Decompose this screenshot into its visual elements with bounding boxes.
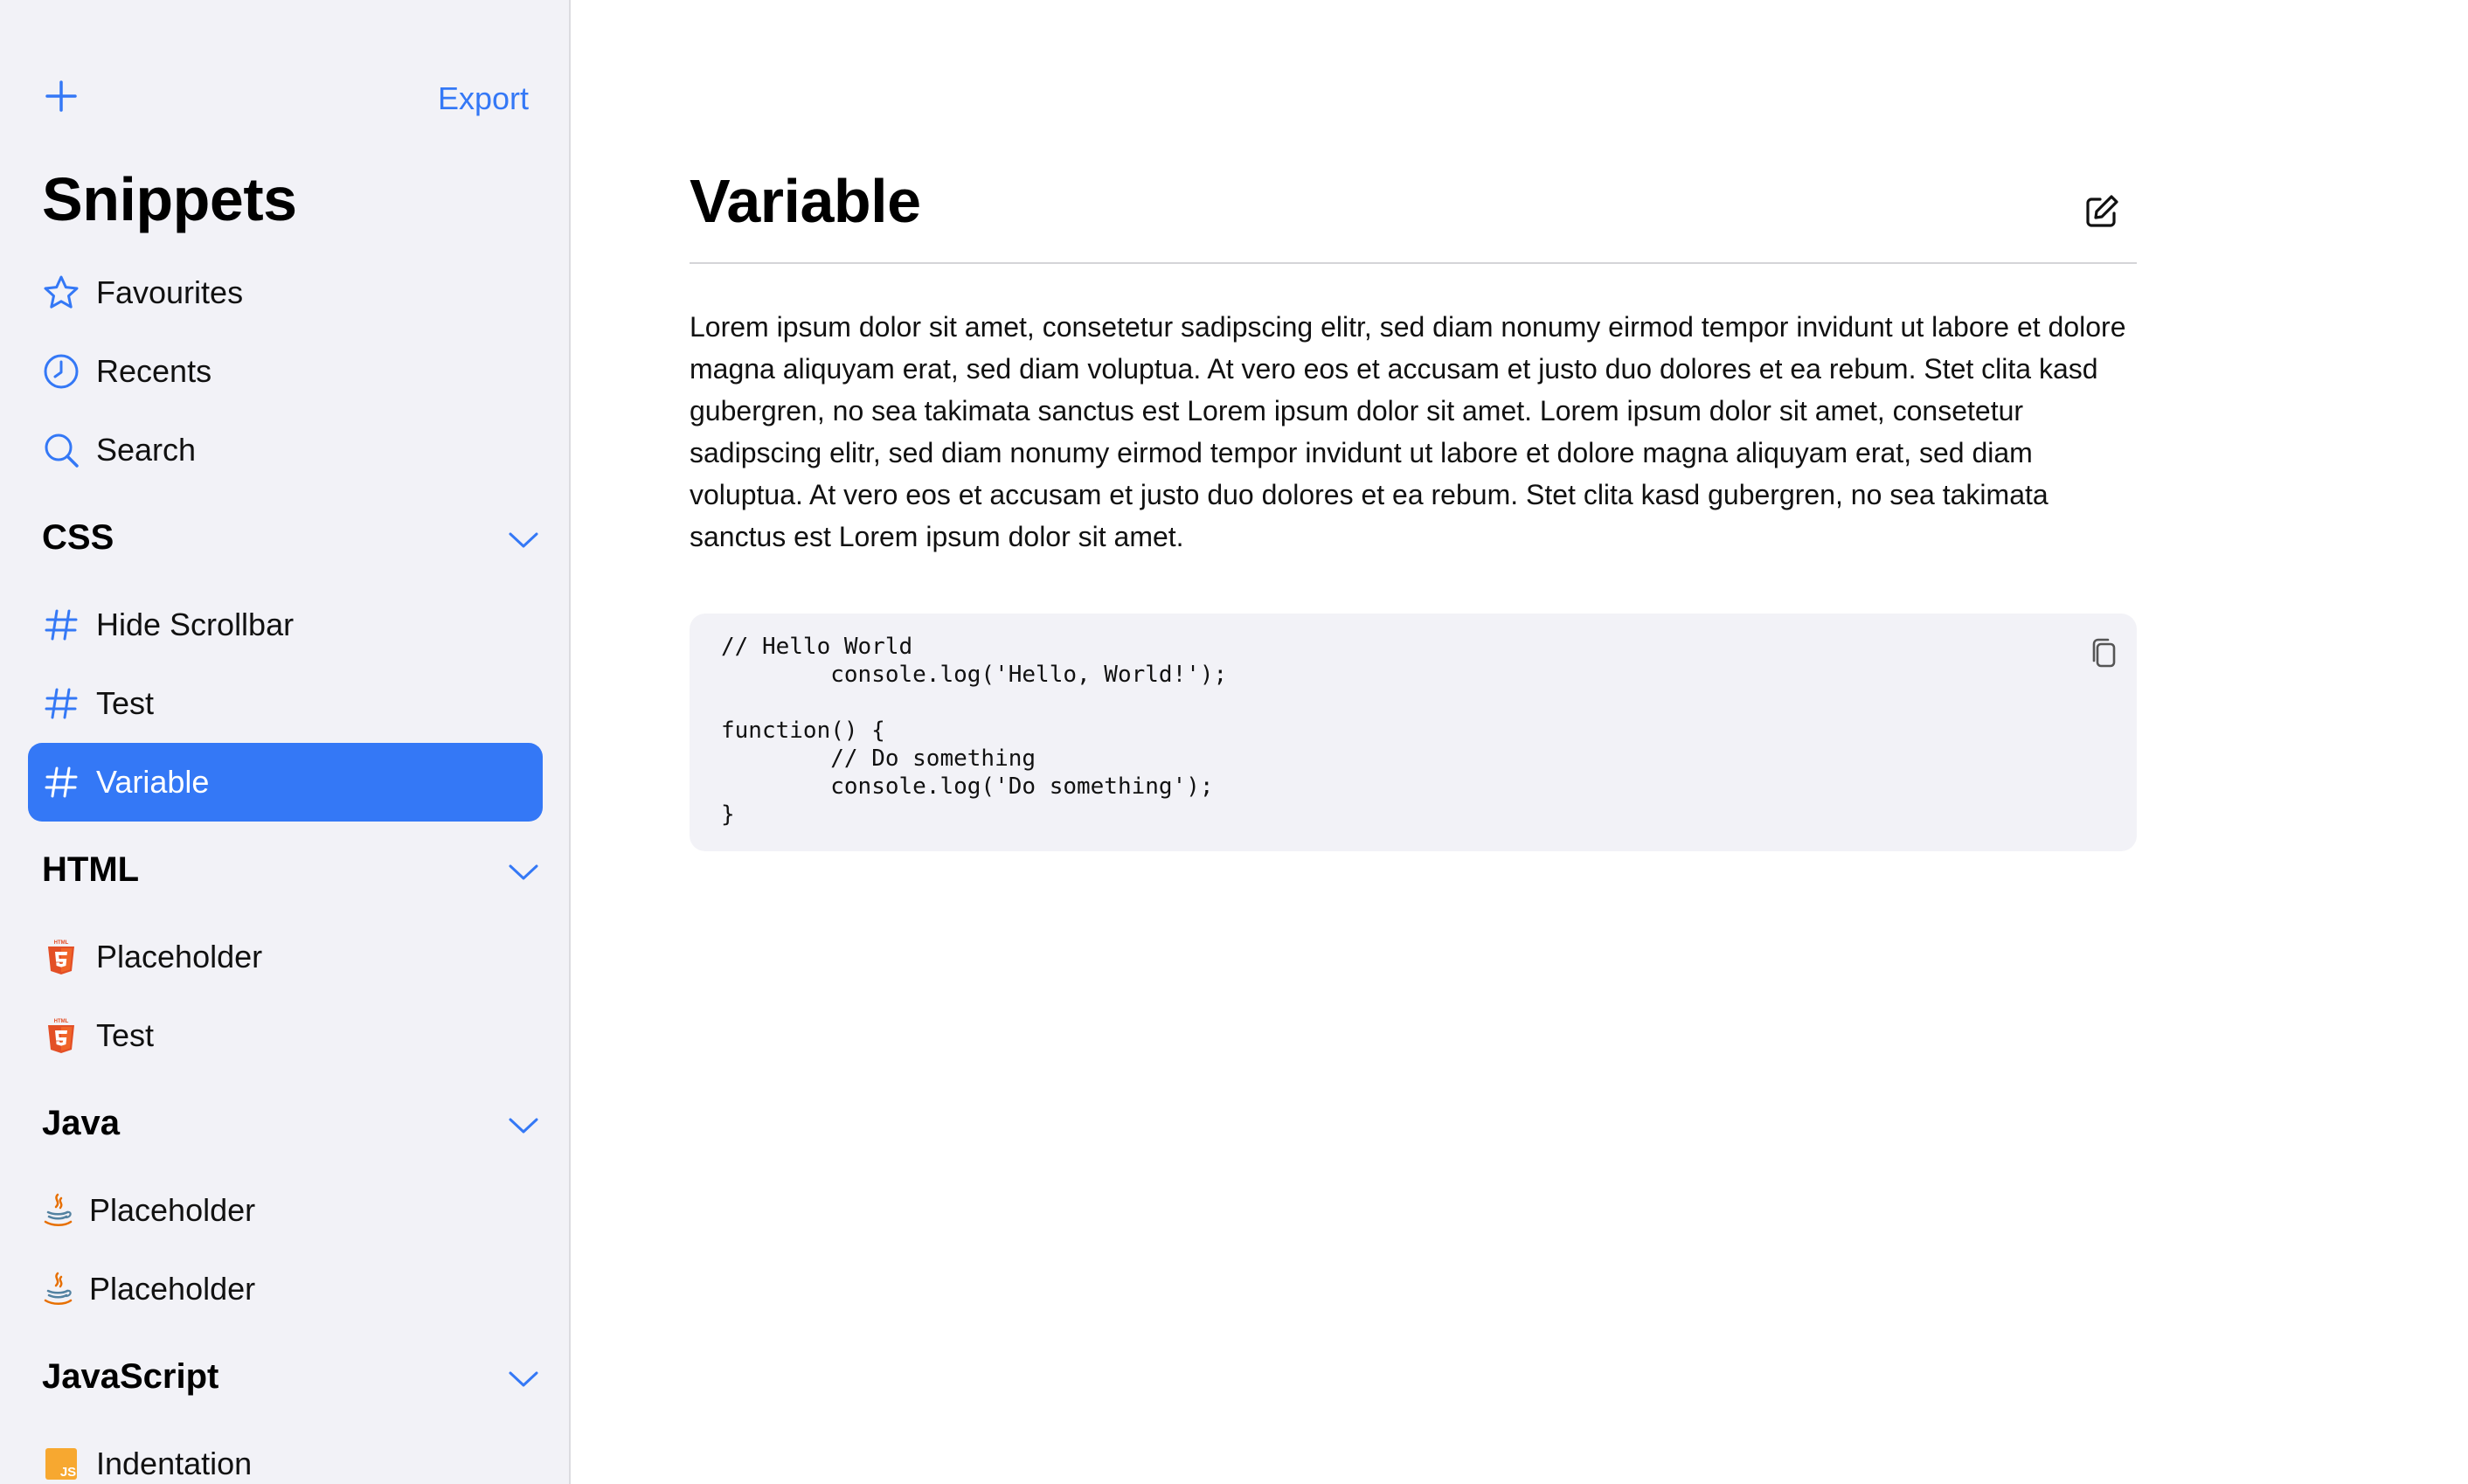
edit-icon xyxy=(2086,195,2118,227)
sidebar-item-variable[interactable]: Variable xyxy=(28,743,543,822)
sidebar-item-recents[interactable]: Recents xyxy=(0,332,569,411)
add-snippet-button[interactable] xyxy=(42,77,80,115)
copy-button[interactable] xyxy=(2086,636,2121,671)
hash-icon xyxy=(42,763,80,801)
section-label: JavaScript xyxy=(42,1356,219,1396)
sidebar-item-indentation[interactable]: JS Indentation xyxy=(0,1425,569,1484)
sidebar-item-label: Search xyxy=(96,432,197,468)
sidebar-item-label: Recents xyxy=(96,353,212,389)
chevron-down-icon xyxy=(509,864,538,880)
snippet-description: Lorem ipsum dolor sit amet, consetetur s… xyxy=(690,311,2126,552)
code-text[interactable]: // Hello World console.log('Hello, World… xyxy=(721,633,2105,829)
section-label: CSS xyxy=(42,517,114,557)
sidebar-title: Snippets xyxy=(42,165,297,233)
detail-pane: Variable Lorem ipsum dolor sit amet, con… xyxy=(572,0,2468,1484)
sidebar-item-label: Placeholder xyxy=(89,1192,256,1228)
sidebar-toolbar: Export xyxy=(0,0,569,157)
sidebar-item-label: Hide Scrollbar xyxy=(96,607,295,642)
hash-icon xyxy=(42,684,80,723)
page-title: Variable xyxy=(690,167,921,235)
edit-button[interactable] xyxy=(2083,192,2121,231)
sidebar-item-placeholder[interactable]: Placeholder xyxy=(0,1250,569,1328)
chevron-down-icon xyxy=(509,1371,538,1387)
java-icon xyxy=(38,1270,77,1308)
html5-icon: HTML xyxy=(42,938,80,976)
sidebar: Export Snippets Favourites Recents Searc… xyxy=(0,0,571,1484)
clock-icon xyxy=(42,352,80,391)
sidebar-item-hide-scrollbar[interactable]: Hide Scrollbar xyxy=(0,586,569,664)
copy-icon xyxy=(2092,638,2116,668)
sidebar-item-search[interactable]: Search xyxy=(0,411,569,489)
svg-text:HTML: HTML xyxy=(54,940,69,946)
sidebar-item-label: Variable xyxy=(96,764,210,800)
section-header-javascript[interactable]: JavaScript xyxy=(0,1328,569,1425)
sidebar-item-test[interactable]: HTML Test xyxy=(0,996,569,1075)
sidebar-item-favourites[interactable]: Favourites xyxy=(0,253,569,332)
sidebar-item-placeholder[interactable]: Placeholder xyxy=(0,1171,569,1250)
plus-icon xyxy=(45,80,77,112)
hash-icon xyxy=(42,606,80,644)
sidebar-item-label: Favourites xyxy=(96,274,244,310)
app-window: Export Snippets Favourites Recents Searc… xyxy=(0,0,2468,1484)
sidebar-item-label: Indentation xyxy=(96,1446,253,1481)
sidebar-item-label: Placeholder xyxy=(89,1271,256,1307)
sidebar-item-label: Test xyxy=(96,1017,155,1053)
html5-icon: HTML xyxy=(42,1016,80,1055)
section-header-css[interactable]: CSS xyxy=(0,489,569,586)
search-icon xyxy=(42,431,80,469)
star-icon xyxy=(42,274,80,312)
chevron-down-icon xyxy=(509,532,538,548)
chevron-down-icon xyxy=(509,1118,538,1134)
sidebar-item-test[interactable]: Test xyxy=(0,664,569,743)
sidebar-item-label: Test xyxy=(96,685,155,721)
sidebar-nav: Favourites Recents Search CSS Hide Scrol… xyxy=(0,253,569,1484)
snippet-detail: Variable Lorem ipsum dolor sit amet, con… xyxy=(690,157,2137,851)
svg-text:HTML: HTML xyxy=(54,1019,69,1024)
section-label: Java xyxy=(42,1103,120,1142)
export-button[interactable]: Export xyxy=(438,80,529,117)
svg-text:JS: JS xyxy=(60,1465,76,1480)
code-block: // Hello World console.log('Hello, World… xyxy=(690,614,2137,851)
js-icon: JS xyxy=(42,1445,80,1483)
section-label: HTML xyxy=(42,849,140,889)
section-header-java[interactable]: Java xyxy=(0,1075,569,1171)
java-icon xyxy=(38,1191,77,1230)
section-header-html[interactable]: HTML xyxy=(0,822,569,918)
sidebar-item-label: Placeholder xyxy=(96,939,263,974)
sidebar-item-placeholder[interactable]: HTML Placeholder xyxy=(0,918,569,996)
title-row: Variable xyxy=(690,157,2137,264)
